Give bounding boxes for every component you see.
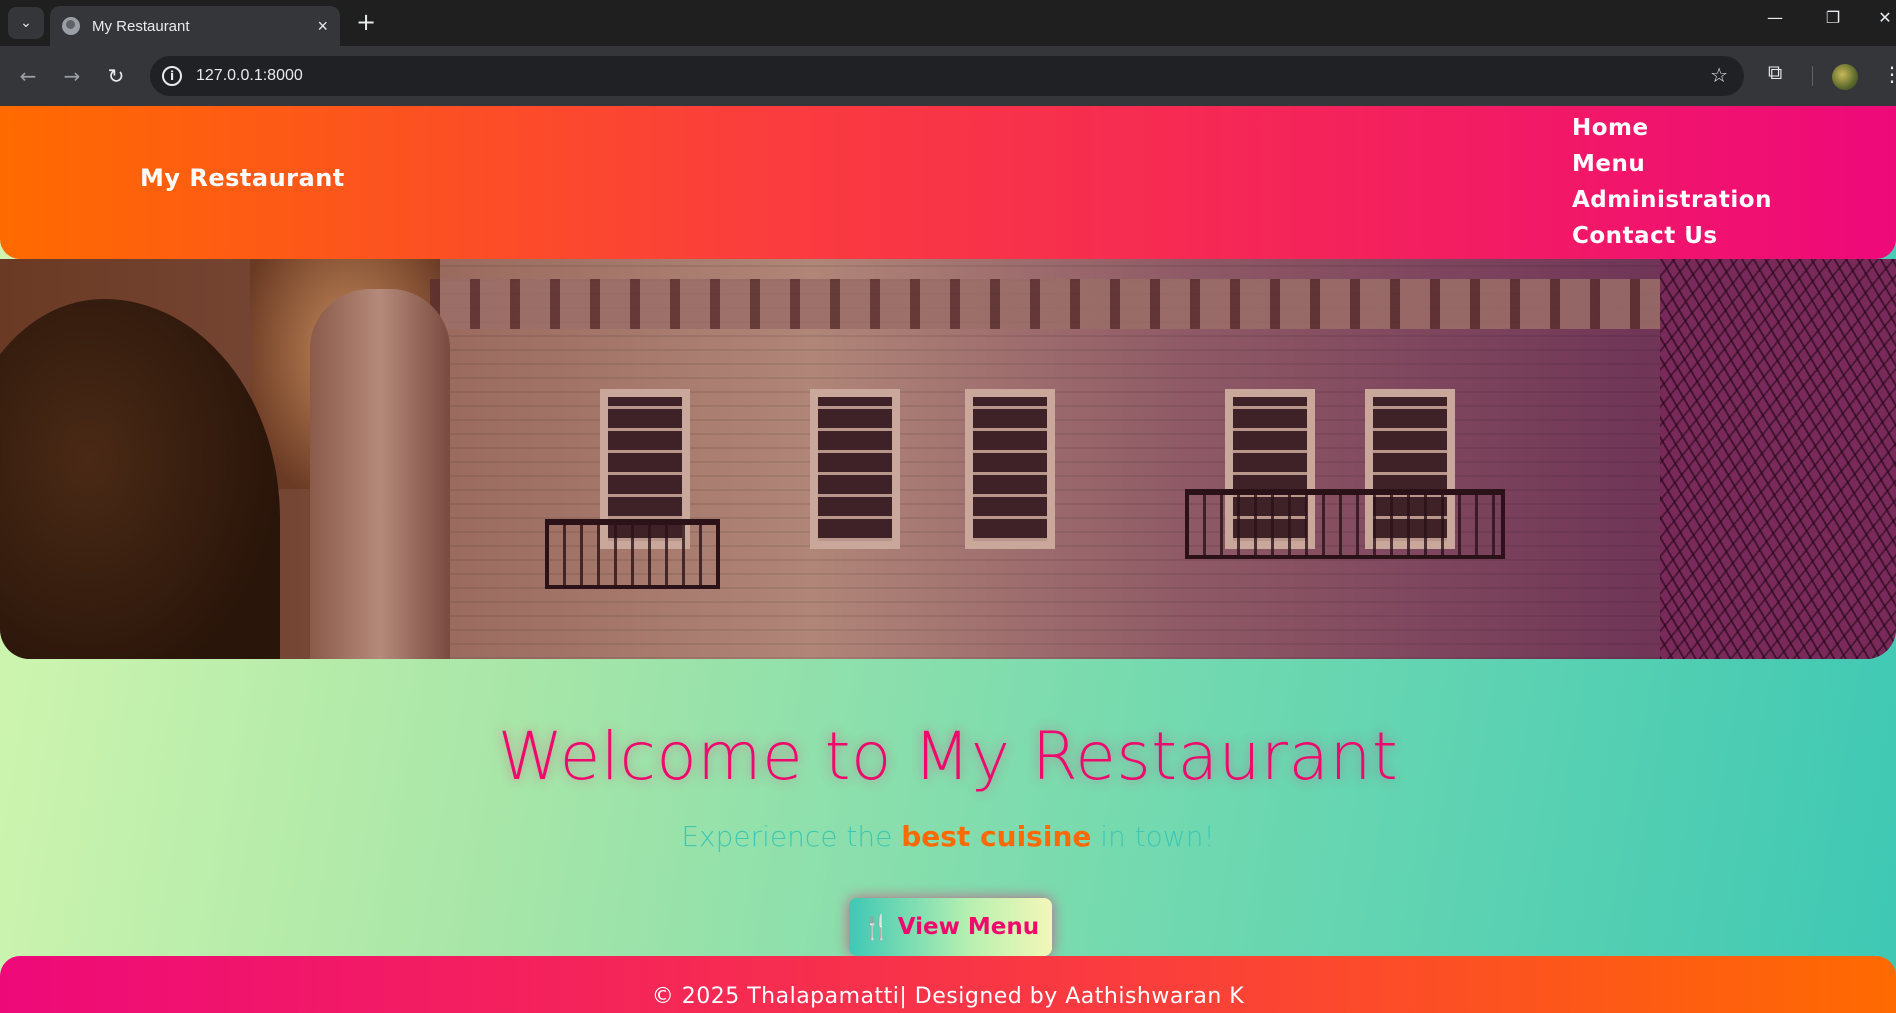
tagline-highlight: best cuisine [901,820,1092,853]
browser-tabstrip: ⌄ My Restaurant × + — ❐ ✕ [0,0,1896,46]
hero-balcony [545,519,720,589]
nav-link-home[interactable]: Home [1572,110,1772,146]
nav-link-contact-us[interactable]: Contact Us [1572,218,1772,254]
url-text[interactable]: 127.0.0.1:8000 [196,67,303,85]
hero-window [965,389,1055,549]
reload-icon[interactable]: ↻ [100,60,132,92]
tab-title: My Restaurant [92,17,190,35]
restore-icon[interactable]: ❐ [1818,8,1848,27]
tagline: Experience the best cuisine in town! [0,820,1896,853]
fork-knife-icon: 🍴 [861,913,892,941]
hero-balcony [1185,489,1505,559]
forward-icon[interactable]: → [56,60,88,92]
hero-cornice [430,279,1690,329]
hero-window [810,389,900,549]
profile-avatar[interactable] [1832,64,1858,90]
site-nav: Home Menu Administration Contact Us [1572,110,1772,254]
globe-icon [62,17,80,35]
view-menu-button[interactable]: 🍴 View Menu [849,898,1052,956]
hero-tower [310,289,450,659]
back-icon[interactable]: ← [12,60,44,92]
minimize-icon[interactable]: — [1760,8,1790,27]
menu-kebab-icon[interactable]: ⋮ [1882,62,1896,86]
view-menu-label: View Menu [897,914,1040,940]
site-header: My Restaurant Home Menu Administration C… [0,106,1896,259]
nav-link-menu[interactable]: Menu [1572,146,1772,182]
extensions-icon[interactable]: ⧉ [1768,60,1782,84]
browser-tab[interactable]: My Restaurant × [50,6,340,46]
close-window-icon[interactable]: ✕ [1870,8,1896,27]
brand-logo-text[interactable]: My Restaurant [140,164,345,192]
welcome-title: Welcome to My Restaurant [497,718,1399,795]
address-bar[interactable]: i 127.0.0.1:8000 ☆ [150,56,1744,96]
site-info-icon[interactable]: i [162,66,182,86]
tagline-suffix: in town! [1091,820,1215,853]
hero-tree-left [0,299,280,659]
footer-copyright: © 2025 Thalapamatti| Designed by Aathish… [651,984,1245,1009]
toolbar-divider [1812,66,1813,86]
hero-tree-right [1660,259,1896,659]
hero-banner-image [0,259,1896,659]
browser-toolbar: ← → ↻ i 127.0.0.1:8000 ☆ [0,46,1896,106]
nav-link-administration[interactable]: Administration [1572,182,1772,218]
tab-search-button[interactable]: ⌄ [8,7,44,39]
tagline-prefix: Experience the [681,820,902,853]
page-viewport: My Restaurant Home Menu Administration C… [0,106,1896,1013]
chevron-down-icon: ⌄ [20,15,32,31]
new-tab-button[interactable]: + [352,9,380,37]
bookmark-star-icon[interactable]: ☆ [1710,63,1728,87]
close-tab-icon[interactable]: × [317,16,328,37]
site-footer: © 2025 Thalapamatti| Designed by Aathish… [0,956,1896,1013]
